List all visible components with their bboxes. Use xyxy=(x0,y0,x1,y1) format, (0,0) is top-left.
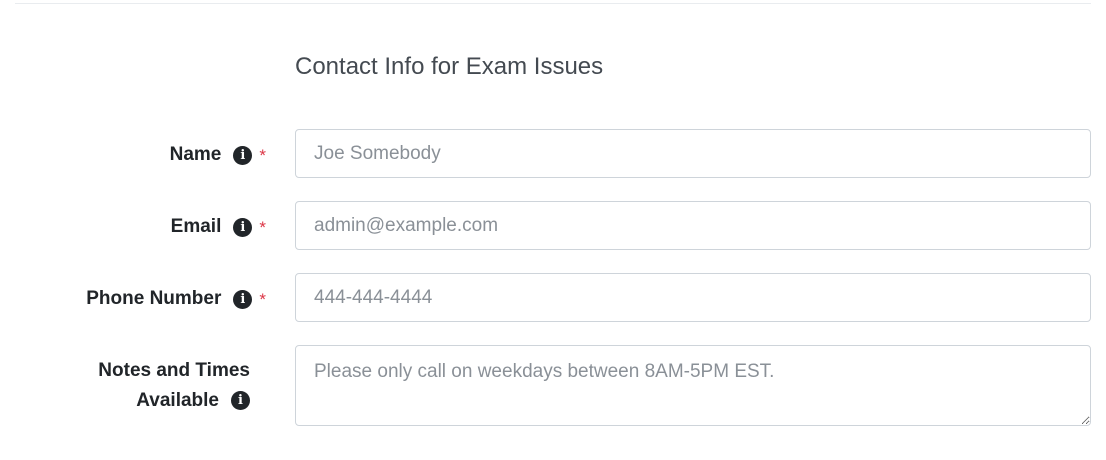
required-asterisk: * xyxy=(259,145,266,165)
name-input[interactable] xyxy=(295,129,1091,178)
phone-input[interactable] xyxy=(295,273,1091,322)
info-icon[interactable]: i xyxy=(231,391,250,411)
info-icon[interactable]: i xyxy=(233,145,253,165)
notes-label-line2: Available xyxy=(136,390,219,411)
name-label-group: Name i * xyxy=(170,140,266,170)
phone-label-group: Phone Number i * xyxy=(86,284,266,314)
email-label: Email xyxy=(170,216,222,237)
name-label: Name xyxy=(169,144,222,165)
email-label-group: Email i * xyxy=(171,212,266,242)
notes-textarea[interactable] xyxy=(295,345,1091,426)
notes-label-group: Notes and Times Available i xyxy=(98,356,250,416)
required-asterisk: * xyxy=(259,217,266,237)
email-input[interactable] xyxy=(295,201,1091,250)
top-divider xyxy=(15,3,1091,4)
info-icon[interactable]: i xyxy=(233,289,253,309)
notes-label-line1: Notes and Times xyxy=(98,360,250,381)
info-icon[interactable]: i xyxy=(233,217,253,237)
phone-label: Phone Number xyxy=(86,288,222,309)
section-title: Contact Info for Exam Issues xyxy=(295,53,604,80)
required-asterisk: * xyxy=(259,289,266,309)
